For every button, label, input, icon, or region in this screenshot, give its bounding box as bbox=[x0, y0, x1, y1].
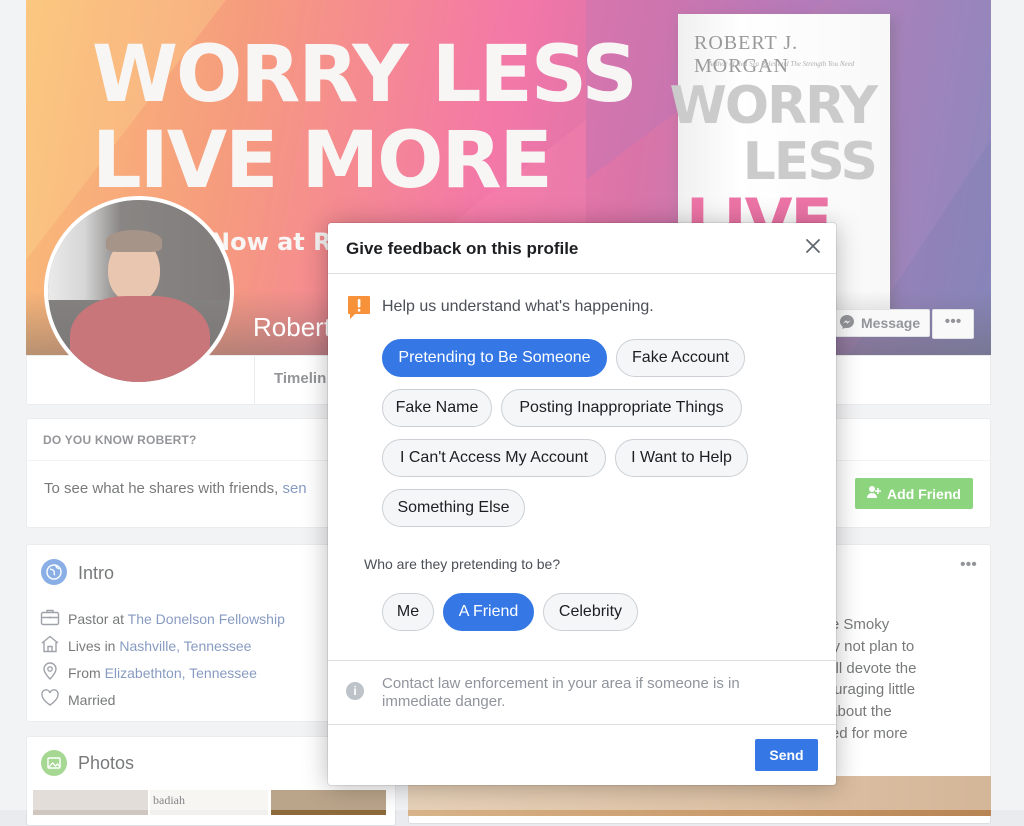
info-text: Contact law enforcement in your area if … bbox=[382, 675, 740, 710]
option-want-help[interactable]: I Want to Help bbox=[615, 439, 748, 477]
option-cant-access[interactable]: I Can't Access My Account bbox=[382, 439, 606, 477]
pretending-question: Who are they pretending to be? bbox=[364, 556, 561, 572]
send-button[interactable]: Send bbox=[755, 739, 818, 771]
option-fake-name[interactable]: Fake Name bbox=[382, 389, 492, 427]
suboption-a-friend[interactable]: A Friend bbox=[443, 593, 534, 631]
close-button[interactable] bbox=[802, 235, 824, 257]
info-row: i Contact law enforcement in your area i… bbox=[346, 675, 792, 711]
hint-row: Help us understand what's happening. bbox=[346, 294, 654, 320]
option-inappropriate[interactable]: Posting Inappropriate Things bbox=[501, 389, 742, 427]
close-icon bbox=[806, 239, 820, 253]
option-pretending[interactable]: Pretending to Be Someone bbox=[382, 339, 607, 377]
dialog-divider bbox=[328, 660, 836, 661]
dialog-divider bbox=[328, 724, 836, 725]
suboption-me[interactable]: Me bbox=[382, 593, 434, 631]
dialog-divider bbox=[328, 273, 836, 274]
info-icon: i bbox=[346, 682, 364, 700]
hint-text: Help us understand what's happening. bbox=[382, 298, 654, 315]
option-fake-account[interactable]: Fake Account bbox=[616, 339, 745, 377]
option-something-else[interactable]: Something Else bbox=[382, 489, 525, 527]
suboption-celebrity[interactable]: Celebrity bbox=[543, 593, 638, 631]
feedback-dialog: Give feedback on this profile Help us un… bbox=[328, 223, 836, 785]
warning-icon bbox=[346, 294, 372, 320]
dialog-title: Give feedback on this profile bbox=[346, 239, 579, 258]
